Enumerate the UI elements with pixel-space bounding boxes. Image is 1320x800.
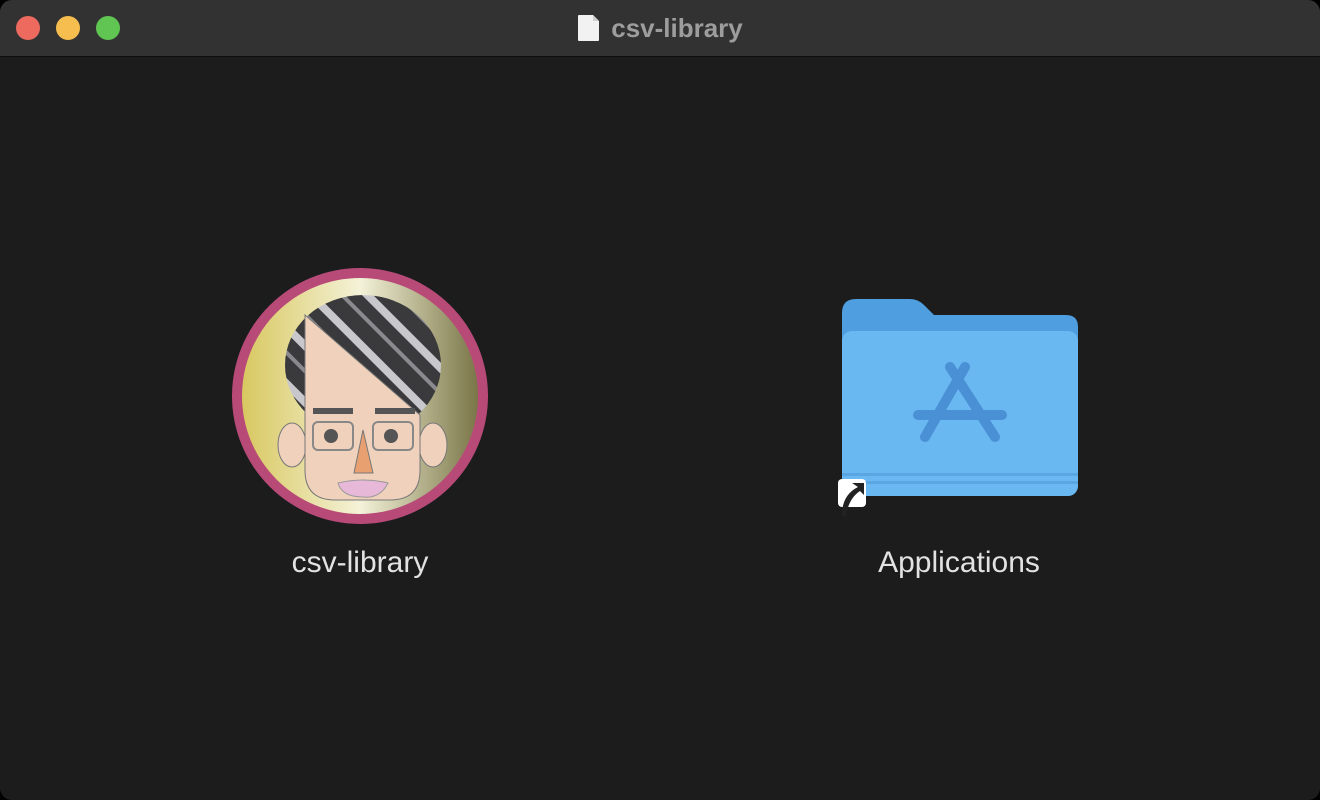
app-item-label: csv-library xyxy=(291,546,429,579)
app-avatar-icon xyxy=(232,268,488,524)
applications-item-label: Applications xyxy=(878,546,1040,579)
window-title: csv-library xyxy=(0,0,1320,56)
window-title-text: csv-library xyxy=(611,12,743,43)
applications-item[interactable] xyxy=(830,295,1082,525)
document-icon xyxy=(578,15,600,41)
app-item[interactable] xyxy=(230,265,490,525)
dmg-window: csv-library csv-library Applications xyxy=(0,0,1320,800)
applications-folder-icon xyxy=(838,299,1078,517)
title-bar[interactable]: csv-library xyxy=(0,0,1320,57)
alias-arrow-icon xyxy=(838,479,866,517)
